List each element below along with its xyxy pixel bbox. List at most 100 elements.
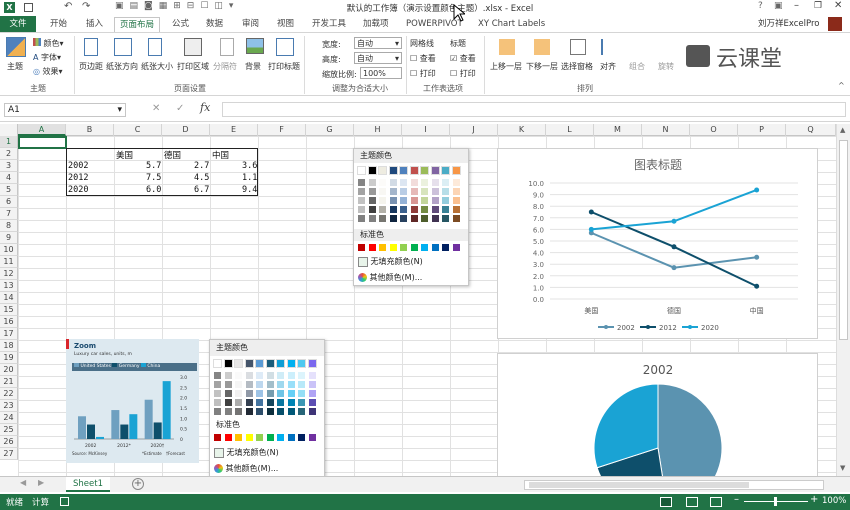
- color-swatch[interactable]: [442, 179, 449, 186]
- tab-file[interactable]: 文件: [0, 16, 36, 32]
- send-backward-button[interactable]: 下移一层: [526, 61, 558, 72]
- color-swatch[interactable]: [388, 166, 398, 175]
- row-header[interactable]: 17: [0, 328, 18, 340]
- print-titles-button[interactable]: 打印标题: [268, 61, 300, 72]
- margins-icon[interactable]: [84, 38, 98, 56]
- bring-forward-button[interactable]: 上移一层: [490, 61, 522, 72]
- color-swatch[interactable]: [379, 206, 386, 213]
- color-swatch[interactable]: [287, 434, 295, 441]
- color-swatch[interactable]: [287, 390, 295, 397]
- user-name[interactable]: 刘万祥ExcelPro: [758, 17, 820, 32]
- color-swatch[interactable]: [298, 372, 305, 379]
- no-fill-option[interactable]: 无填充颜色(N): [358, 255, 466, 268]
- color-swatch[interactable]: [244, 359, 254, 368]
- table-value[interactable]: 7.5: [146, 173, 161, 183]
- color-swatch[interactable]: [214, 372, 221, 379]
- color-swatch[interactable]: [266, 434, 274, 441]
- color-swatch[interactable]: [298, 408, 305, 415]
- color-swatch[interactable]: [223, 359, 233, 368]
- color-swatch[interactable]: [368, 197, 376, 204]
- table-year[interactable]: 2012: [68, 173, 88, 183]
- color-swatch[interactable]: [379, 188, 386, 195]
- row-header[interactable]: 21: [0, 376, 18, 388]
- color-swatch[interactable]: [286, 359, 296, 368]
- size-icon[interactable]: [148, 38, 162, 56]
- color-swatch[interactable]: [452, 188, 460, 195]
- row-header[interactable]: 4: [0, 172, 18, 184]
- table-value[interactable]: 3.6: [242, 161, 257, 171]
- color-swatch[interactable]: [245, 390, 253, 397]
- table-value[interactable]: 1.1: [242, 173, 257, 183]
- zoom-slider[interactable]: [744, 497, 808, 506]
- row-header[interactable]: 15: [0, 304, 18, 316]
- redo-icon[interactable]: ↷: [82, 1, 90, 12]
- table-header[interactable]: 中国: [212, 149, 229, 161]
- more-colors-option[interactable]: 其他颜色(M)...: [358, 271, 466, 284]
- color-swatch[interactable]: [266, 390, 274, 397]
- color-swatch[interactable]: [410, 188, 418, 195]
- color-swatch[interactable]: [409, 166, 419, 175]
- color-swatch[interactable]: [214, 399, 221, 406]
- color-swatch[interactable]: [379, 244, 386, 251]
- color-swatch[interactable]: [368, 179, 376, 186]
- color-swatch[interactable]: [441, 166, 450, 175]
- tab-developer[interactable]: 开发工具: [312, 17, 346, 32]
- color-swatch[interactable]: [410, 215, 418, 222]
- tab-home[interactable]: 开始: [50, 17, 67, 32]
- undo-icon[interactable]: ↶: [64, 1, 72, 12]
- color-swatch[interactable]: [410, 197, 418, 204]
- color-swatch[interactable]: [276, 359, 285, 368]
- color-swatch[interactable]: [255, 359, 264, 368]
- row-header[interactable]: 1: [0, 136, 18, 148]
- color-swatch[interactable]: [431, 244, 439, 251]
- breaks-button[interactable]: 分隔符: [213, 61, 237, 72]
- color-swatch[interactable]: [358, 197, 365, 204]
- color-swatch[interactable]: [358, 206, 365, 213]
- color-swatch[interactable]: [452, 179, 460, 186]
- color-swatch[interactable]: [298, 381, 305, 388]
- background-button[interactable]: 背景: [245, 61, 261, 72]
- gridlines-print-checkbox[interactable]: ☐ 打印: [410, 68, 436, 79]
- macro-record-icon[interactable]: [60, 497, 69, 506]
- color-swatch[interactable]: [452, 215, 460, 222]
- pie-chart[interactable]: 2002: [497, 353, 818, 477]
- gridlines-view-checkbox[interactable]: ☐ 查看: [410, 53, 436, 64]
- tab-review[interactable]: 审阅: [242, 17, 259, 32]
- name-box[interactable]: A1 ▾: [4, 103, 126, 117]
- color-swatch[interactable]: [358, 244, 365, 251]
- color-swatch[interactable]: [234, 359, 243, 368]
- row-header[interactable]: 7: [0, 208, 18, 220]
- color-swatch[interactable]: [368, 206, 376, 213]
- color-swatch[interactable]: [379, 215, 386, 222]
- row-header[interactable]: 27: [0, 448, 18, 460]
- color-swatch[interactable]: [214, 434, 221, 441]
- color-swatch[interactable]: [358, 179, 365, 186]
- color-swatch[interactable]: [431, 206, 439, 213]
- color-swatch[interactable]: [421, 179, 428, 186]
- zoom-chart-image[interactable]: Zoom Luxury car sales, units, m United S…: [66, 339, 199, 463]
- color-swatch[interactable]: [442, 215, 449, 222]
- row-header[interactable]: 16: [0, 316, 18, 328]
- status-calculate[interactable]: 计算: [32, 496, 49, 508]
- color-swatch[interactable]: [430, 166, 440, 175]
- color-swatch[interactable]: [256, 434, 263, 441]
- formula-input[interactable]: [222, 102, 846, 117]
- table-value[interactable]: 6.7: [194, 185, 209, 195]
- column-header[interactable]: N: [642, 124, 690, 136]
- color-swatch[interactable]: [287, 408, 295, 415]
- column-header[interactable]: K: [498, 124, 546, 136]
- tab-view[interactable]: 视图: [277, 17, 294, 32]
- row-header[interactable]: 3: [0, 160, 18, 172]
- scrollbar-thumb[interactable]: [839, 140, 848, 340]
- row-header[interactable]: 14: [0, 292, 18, 304]
- column-header[interactable]: Q: [786, 124, 836, 136]
- align-icon[interactable]: [601, 39, 615, 55]
- color-swatch[interactable]: [235, 399, 242, 406]
- horizontal-scrollbar[interactable]: [524, 480, 824, 490]
- color-swatch[interactable]: [224, 372, 232, 379]
- color-swatch[interactable]: [265, 359, 275, 368]
- color-swatch[interactable]: [379, 179, 386, 186]
- line-chart[interactable]: 图表标题 10.0 9.0 8.0 7.0 6.0 5.0 4.0 3.0 2.0 1.0 0.0 美国…: [497, 148, 818, 339]
- row-header[interactable]: 12: [0, 268, 18, 280]
- theme-color-grid[interactable]: [213, 359, 324, 422]
